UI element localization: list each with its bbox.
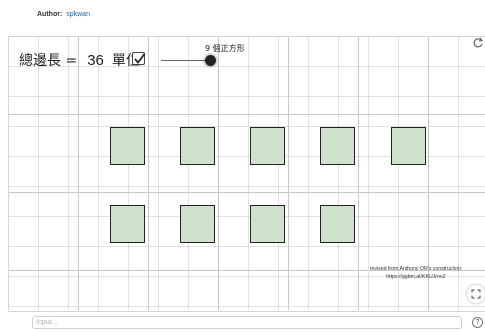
author-line: Author: spkwan	[37, 11, 90, 18]
square	[250, 205, 285, 243]
square	[320, 205, 355, 243]
author-label: Author:	[37, 11, 63, 18]
square-count-slider[interactable]	[161, 60, 211, 61]
slider-caption: 9 個正方形	[205, 44, 245, 53]
perimeter-value: 36	[87, 51, 104, 69]
show-perimeter-checkbox[interactable]	[132, 52, 146, 65]
checkmark-icon	[134, 53, 146, 64]
square	[180, 205, 215, 243]
credit-text: revised from Anthony OR's construction: …	[361, 266, 471, 281]
reset-icon[interactable]	[472, 37, 484, 49]
slider-handle[interactable]	[205, 55, 216, 66]
fullscreen-button[interactable]	[467, 285, 485, 303]
square	[110, 205, 145, 243]
input-bar: Input... ?	[8, 311, 485, 332]
geogebra-applet[interactable]: 總邊長 = 36 單位 9 個正方形 revised from Anthony …	[8, 36, 485, 310]
credit-link[interactable]: https://ggbm.at/KKUJrnn2	[361, 274, 471, 282]
credit-line-1: revised from Anthony OR's construction:	[369, 266, 463, 272]
square	[250, 127, 285, 165]
perimeter-label: 總邊長 =	[19, 53, 78, 69]
perimeter-readout: 總邊長 = 36 單位	[19, 51, 140, 70]
algebra-input[interactable]: Input...	[32, 316, 462, 329]
fullscreen-icon	[471, 289, 481, 299]
help-icon[interactable]: ?	[472, 317, 483, 328]
square	[391, 127, 426, 165]
author-link[interactable]: spkwan	[66, 11, 90, 18]
square	[180, 127, 215, 165]
square	[110, 127, 145, 165]
square	[320, 127, 355, 165]
